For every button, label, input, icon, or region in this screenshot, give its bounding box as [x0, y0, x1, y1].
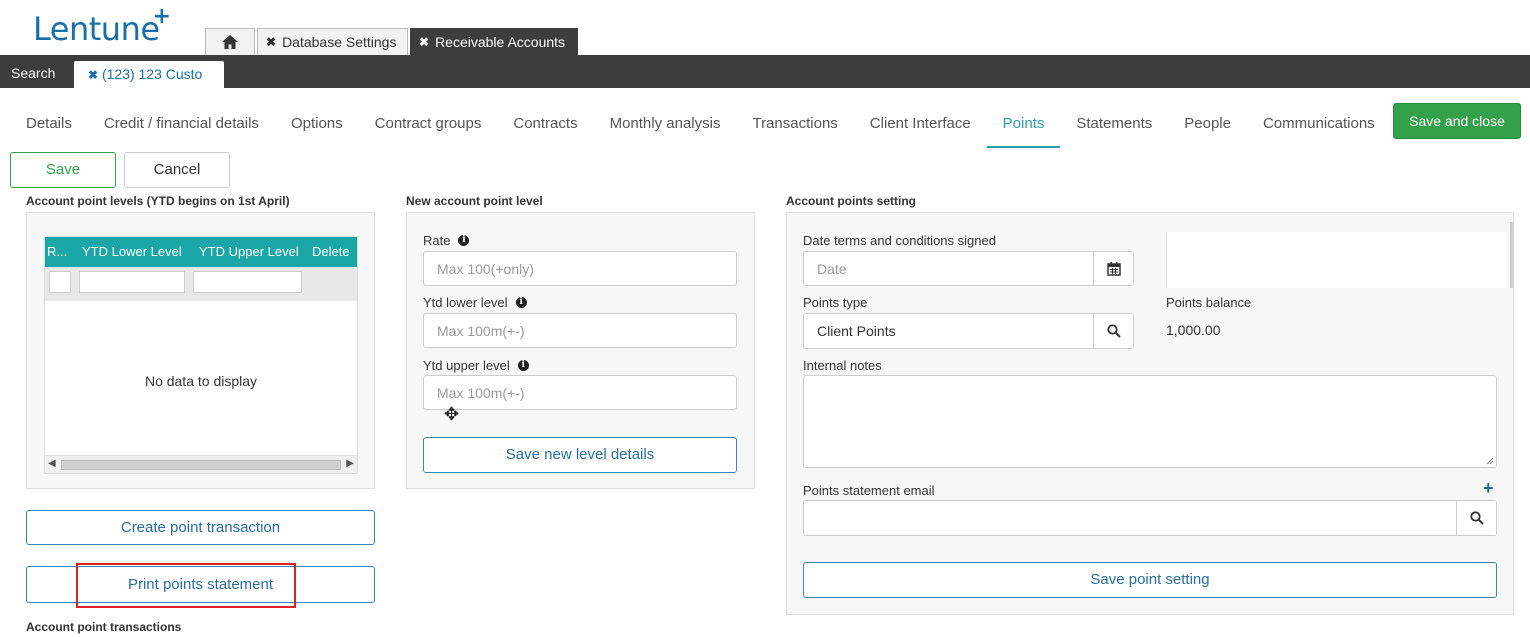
section-tabs: Details Credit / financial details Optio… [10, 110, 1391, 148]
upper-label-text: Ytd upper level [423, 358, 510, 373]
save-new-level-button[interactable]: Save new level details [423, 437, 737, 473]
logo-plus-icon: + [152, 4, 171, 29]
settings-title: Account points setting [786, 194, 916, 208]
tab-credit-financial[interactable]: Credit / financial details [88, 110, 275, 148]
add-email-icon[interactable]: + [1483, 478, 1494, 499]
horizontal-scrollbar[interactable]: ◀ ▶ [45, 455, 357, 473]
col-ytd-lower[interactable]: YTD Lower Level [82, 237, 182, 267]
upper-level-input[interactable]: Max 100m(+-) [423, 375, 737, 410]
statement-email-label: Points statement email [803, 483, 935, 498]
email-search-button[interactable] [1456, 501, 1496, 535]
tab-contracts[interactable]: Contracts [497, 110, 593, 148]
internal-notes-textarea[interactable] [803, 375, 1497, 468]
tab-people[interactable]: People [1168, 110, 1247, 148]
tab-contract-groups[interactable]: Contract groups [359, 110, 498, 148]
col-delete[interactable]: Delete [312, 237, 350, 267]
logo-text: Lentune [33, 10, 160, 48]
highlight-box [76, 563, 296, 608]
calendar-button[interactable] [1093, 252, 1133, 285]
tab-monthly-analysis[interactable]: Monthly analysis [594, 110, 737, 148]
col-ytd-upper[interactable]: YTD Upper Level [199, 237, 299, 267]
col-rate[interactable]: R... [47, 237, 67, 267]
new-level-title: New account point level [406, 194, 543, 208]
date-placeholder: Date [817, 261, 847, 277]
tab-options[interactable]: Options [275, 110, 359, 148]
tab-points[interactable]: Points [986, 110, 1061, 148]
levels-grid: R... YTD Lower Level YTD Upper Level Del… [44, 236, 358, 474]
vertical-scrollbar[interactable] [1510, 222, 1513, 288]
search-link[interactable]: Search [11, 65, 55, 81]
sub-toolbar [0, 55, 1530, 88]
close-icon[interactable]: ✖ [419, 29, 429, 55]
tab-receivable-accounts[interactable]: ✖ Receivable Accounts [410, 28, 578, 55]
points-type-input[interactable]: Client Points [803, 313, 1134, 349]
move-cursor-icon: ✥ [444, 404, 460, 424]
points-type-value: Client Points [817, 323, 896, 339]
tab-communications[interactable]: Communications [1247, 110, 1391, 148]
internal-notes-label: Internal notes [803, 358, 882, 373]
close-icon[interactable]: ✖ [266, 29, 276, 55]
save-point-setting-button[interactable]: Save point setting [803, 562, 1497, 598]
save-button[interactable]: Save [10, 152, 116, 188]
calendar-icon [1106, 261, 1121, 276]
resize-handle-icon[interactable] [1486, 457, 1494, 465]
search-icon [1469, 511, 1484, 525]
home-icon [222, 35, 238, 49]
customer-tab[interactable]: ✖ (123) 123 Custo [74, 61, 224, 89]
cancel-button[interactable]: Cancel [124, 152, 230, 188]
transactions-title: Account point transactions [26, 620, 182, 634]
customer-tab-label: (123) 123 Custo [101, 66, 203, 82]
lower-level-input[interactable]: Max 100m(+-) [423, 313, 737, 348]
app-logo: Lentune + [33, 4, 171, 48]
create-point-transaction-button[interactable]: Create point transaction [26, 510, 375, 545]
points-type-label: Points type [803, 295, 868, 310]
levels-title: Account point levels (YTD begins on 1st … [26, 194, 290, 208]
scroll-right-icon[interactable]: ▶ [346, 458, 354, 469]
tab-statements[interactable]: Statements [1060, 110, 1168, 148]
date-input[interactable]: Date [803, 251, 1134, 286]
info-icon[interactable]: i [458, 235, 470, 246]
scroll-thumb[interactable] [61, 460, 341, 470]
tab-label: Database Settings [282, 34, 397, 50]
rate-label: Rate i [423, 233, 470, 248]
grid-filter-row [45, 267, 357, 301]
info-icon[interactable]: i [515, 297, 527, 308]
statement-email-input[interactable] [803, 500, 1497, 536]
points-balance-value: 1,000.00 [1166, 322, 1221, 338]
upper-level-label: Ytd upper level i [423, 358, 529, 373]
filter-rate-input[interactable] [49, 271, 71, 293]
filter-lower-input[interactable] [79, 271, 185, 293]
blank-area [1166, 232, 1506, 288]
filter-upper-input[interactable] [193, 271, 302, 293]
save-and-close-button[interactable]: Save and close [1393, 103, 1521, 139]
info-icon[interactable]: i [517, 360, 529, 371]
lower-level-label: Ytd lower level i [423, 295, 527, 310]
points-type-search-button[interactable] [1093, 314, 1133, 348]
tab-label: Receivable Accounts [435, 34, 566, 50]
search-icon [1106, 324, 1121, 338]
lower-label-text: Ytd lower level [423, 295, 508, 310]
date-label: Date terms and conditions signed [803, 233, 996, 248]
home-tab[interactable] [205, 28, 255, 55]
tab-database-settings[interactable]: ✖ Database Settings [257, 28, 408, 55]
rate-label-text: Rate [423, 233, 451, 248]
tab-client-interface[interactable]: Client Interface [854, 110, 987, 148]
close-icon[interactable]: ✖ [88, 68, 98, 82]
scroll-left-icon[interactable]: ◀ [48, 458, 56, 469]
grid-header: R... YTD Lower Level YTD Upper Level Del… [45, 237, 357, 267]
points-balance-label: Points balance [1166, 295, 1252, 310]
rate-input[interactable]: Max 100(+only) [423, 251, 737, 286]
tab-transactions[interactable]: Transactions [736, 110, 853, 148]
tab-details[interactable]: Details [10, 110, 88, 148]
empty-message: No data to display [144, 373, 258, 389]
